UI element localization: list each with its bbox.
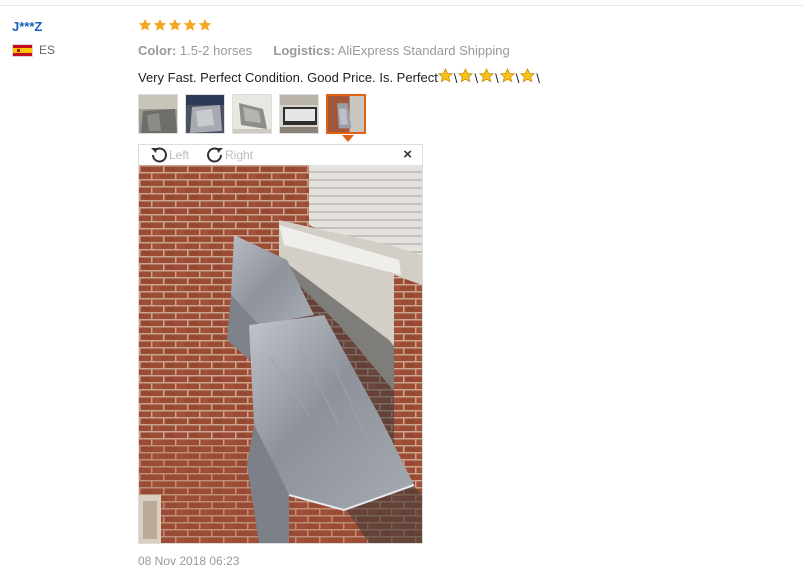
thumbnail-3[interactable] [232,94,272,134]
review-body: Color: 1.5-2 horses Logistics: AliExpres… [138,18,540,86]
selected-thumbnail-pointer [342,135,354,142]
review-text: Very Fast. Perfect Condition. Good Price… [138,69,438,85]
logistics-value: AliExpress Standard Shipping [337,43,510,58]
close-viewer-button[interactable]: × [403,146,412,163]
spain-flag-icon [12,43,33,57]
review-date: 08 Nov 2018 06:23 [138,554,240,568]
star-emoji-icon [458,68,474,83]
star-emoji-icon [437,68,453,83]
viewer-toolbar: Left Right × [139,145,422,165]
star-emoji-icon [479,68,495,83]
star-emoji-icon [520,68,536,83]
emoji-separator: \ [474,71,479,86]
rating-star-icon [183,18,197,31]
review-photo [139,165,422,543]
photo-thumbnails [138,94,373,134]
star-emoji-icon [499,68,515,83]
reviewer-info: J***Z ES [12,19,55,57]
rating-star-icon [168,18,182,31]
emoji-separator: \ [536,71,540,86]
country-code: ES [39,43,56,57]
star-rating [138,18,212,32]
order-attributes: Color: 1.5-2 horses Logistics: AliExpres… [138,43,510,58]
photo-viewer: Left Right × [138,144,423,544]
rating-star-icon [153,18,167,31]
review-text-line: Very Fast. Perfect Condition. Good Price… [138,68,541,86]
rating-star-icon [138,18,152,31]
thumbnail-1[interactable] [138,94,178,134]
rotate-left-icon [151,147,167,163]
emoji-separator: \ [515,71,520,86]
rating-star-icon [198,18,212,31]
emoji-separator: \ [495,71,499,86]
emoji-separator: \ [453,71,458,86]
color-label: Color: [138,43,177,58]
rotate-right-icon [207,147,223,163]
reviewer-name: J***Z [12,19,43,34]
thumbnail-5-selected[interactable] [326,94,366,134]
rotate-left-label: Left [169,148,190,162]
color-value: 1.5-2 horses [179,43,253,58]
review-emoji-row: \ \ \ \ \ [437,68,541,86]
logistics-label: Logistics: [273,43,335,58]
top-divider [0,5,803,6]
thumbnail-2[interactable] [185,94,225,134]
rotate-left-button[interactable]: Left [149,146,189,164]
rotate-right-button[interactable]: Right [205,146,253,164]
rotate-right-label: Right [225,148,254,162]
reviewer-country: ES [12,43,55,57]
thumbnail-4[interactable] [279,94,319,134]
